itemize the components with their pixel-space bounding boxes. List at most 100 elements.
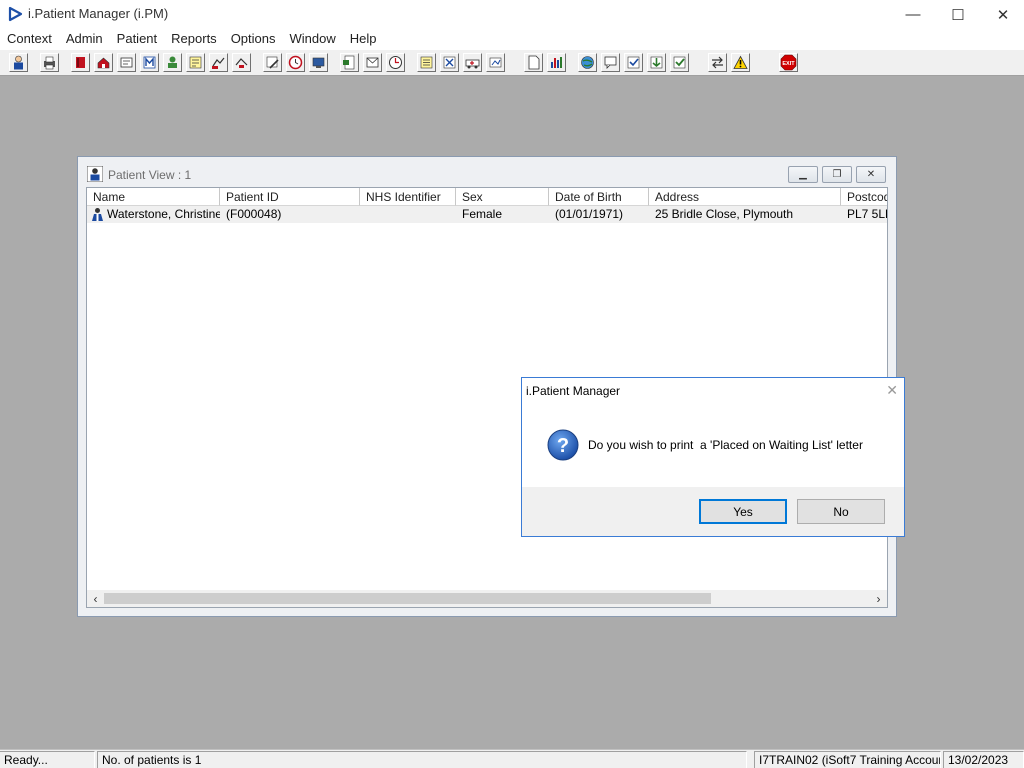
menu-context[interactable]: Context [0, 29, 59, 49]
contact-icon [168, 56, 177, 68]
question-icon: ? [547, 429, 579, 461]
approve-icon [673, 56, 686, 69]
printer-icon [44, 56, 55, 70]
status-patient-count: No. of patients is 1 [97, 751, 747, 768]
menu-admin[interactable]: Admin [59, 29, 110, 49]
column-header-nhs-identifier[interactable]: NHS Identifier [360, 188, 456, 206]
column-header-name[interactable]: Name [87, 188, 220, 206]
status-ready: Ready... [0, 751, 95, 768]
records-icon [120, 57, 133, 68]
timer-icon [389, 56, 402, 69]
notes-icon [189, 56, 202, 69]
column-header-sex[interactable]: Sex [456, 188, 549, 206]
toolbar-timer-button[interactable] [386, 53, 405, 72]
toolbar-notes-button[interactable] [186, 53, 205, 72]
toolbar-print-button[interactable] [40, 53, 59, 72]
status-date: 13/02/2023 [943, 751, 1024, 768]
no-button[interactable]: No [797, 499, 885, 524]
document-icon [343, 55, 355, 70]
toolbar-edit-button[interactable] [263, 53, 282, 72]
column-header-address[interactable]: Address [649, 188, 841, 206]
toolbar-document-button[interactable] [340, 53, 359, 72]
toolbar: EXIT [0, 49, 1024, 76]
app-title: i.Patient Manager (i.PM) [28, 6, 169, 21]
toolbar-ward-button[interactable] [486, 53, 505, 72]
mdi-minimize-button[interactable]: ▁ [788, 166, 818, 183]
status-account: I7TRAIN02 (iSoft7 Training Account) [754, 751, 941, 768]
cancel-icon [443, 56, 456, 69]
ward-icon [489, 57, 502, 68]
toolbar-screen-button[interactable] [309, 53, 328, 72]
patient-view-title: Patient View : 1 [108, 168, 192, 182]
toolbar-globe-button[interactable] [578, 53, 597, 72]
column-header-postcode[interactable]: Postcode [841, 188, 887, 206]
scroll-left-arrow[interactable]: ‹ [87, 590, 104, 607]
toolbar-letter-button[interactable] [363, 53, 382, 72]
message-icon [604, 56, 617, 69]
swap-icon [712, 56, 723, 69]
toolbar-clock-button[interactable] [286, 53, 305, 72]
page-icon [528, 55, 540, 70]
patient-row-icon [92, 208, 103, 221]
toolbar-mail-button[interactable] [140, 53, 159, 72]
toolbar-list-button[interactable] [417, 53, 436, 72]
cell-patient-id: (F000048) [226, 207, 282, 221]
toolbar-records-button[interactable] [117, 53, 136, 72]
letter-m-icon [143, 56, 156, 69]
maximize-button[interactable]: ☐ [935, 0, 981, 29]
scroll-thumb[interactable] [104, 593, 711, 604]
toolbar-swap-button[interactable] [708, 53, 727, 72]
admit-icon [97, 57, 110, 69]
yes-button[interactable]: Yes [699, 499, 787, 524]
clock-icon [288, 55, 303, 70]
ambulance-icon [465, 59, 480, 69]
status-bar: Ready... No. of patients is 1 I7TRAIN02 … [0, 749, 1024, 768]
toolbar-ambulance-button[interactable] [463, 53, 482, 72]
toolbar-book-button[interactable] [71, 53, 90, 72]
svg-text:?: ? [557, 435, 569, 457]
horizontal-scrollbar[interactable]: ‹ › [87, 590, 887, 607]
menu-options[interactable]: Options [224, 29, 283, 49]
scroll-right-arrow[interactable]: › [870, 590, 887, 607]
toolbar-approve-button[interactable] [670, 53, 689, 72]
column-header-patient-id[interactable]: Patient ID [220, 188, 360, 206]
toolbar-check-button[interactable] [624, 53, 643, 72]
toolbar-message-button[interactable] [601, 53, 620, 72]
book-icon [76, 57, 85, 68]
minimize-button[interactable]: — [890, 0, 936, 29]
toolbar-cancel-button[interactable] [440, 53, 459, 72]
table-row[interactable]: Waterstone, Christine... (F000048) Femal… [87, 206, 887, 223]
toolbar-warning-button[interactable] [731, 53, 750, 72]
toolbar-admit-button[interactable] [94, 53, 113, 72]
dialog-message: Do you wish to print a 'Placed on Waitin… [588, 438, 863, 452]
app-titlebar: i.Patient Manager (i.PM) — ☐ ✕ [0, 0, 1024, 29]
bar-chart-icon [551, 57, 562, 68]
menu-help[interactable]: Help [343, 29, 384, 49]
dialog-close-icon[interactable]: ✕ [886, 382, 898, 399]
screen-icon [312, 57, 325, 68]
mdi-restore-button[interactable]: ❐ [822, 166, 852, 183]
exit-icon: EXIT [780, 54, 797, 71]
cell-date-of-birth: (01/01/1971) [555, 207, 624, 221]
cell-sex: Female [462, 207, 503, 221]
toolbar-patient-button[interactable] [9, 53, 28, 72]
transfer-icon [235, 58, 248, 68]
cell-postcode: PL7 5LF [847, 207, 887, 221]
toolbar-contact-button[interactable] [163, 53, 182, 72]
app-logo-icon [8, 6, 23, 22]
mdi-close-button[interactable]: ✕ [856, 166, 886, 183]
warning-icon [733, 55, 748, 69]
menu-window[interactable]: Window [283, 29, 343, 49]
close-button[interactable]: ✕ [980, 0, 1024, 29]
print-letter-dialog: i.Patient Manager ✕ ? Do you wish to pri… [521, 377, 905, 537]
toolbar-download-button[interactable] [647, 53, 666, 72]
toolbar-referral-button[interactable] [209, 53, 228, 72]
toolbar-exit-button[interactable]: EXIT [779, 53, 798, 72]
toolbar-chart-button[interactable] [547, 53, 566, 72]
menu-patient[interactable]: Patient [110, 29, 164, 49]
column-header-date-of-birth[interactable]: Date of Birth [549, 188, 649, 206]
toolbar-transfer-button[interactable] [232, 53, 251, 72]
menu-reports[interactable]: Reports [164, 29, 224, 49]
toolbar-page-button[interactable] [524, 53, 543, 72]
referral-icon [212, 57, 225, 69]
